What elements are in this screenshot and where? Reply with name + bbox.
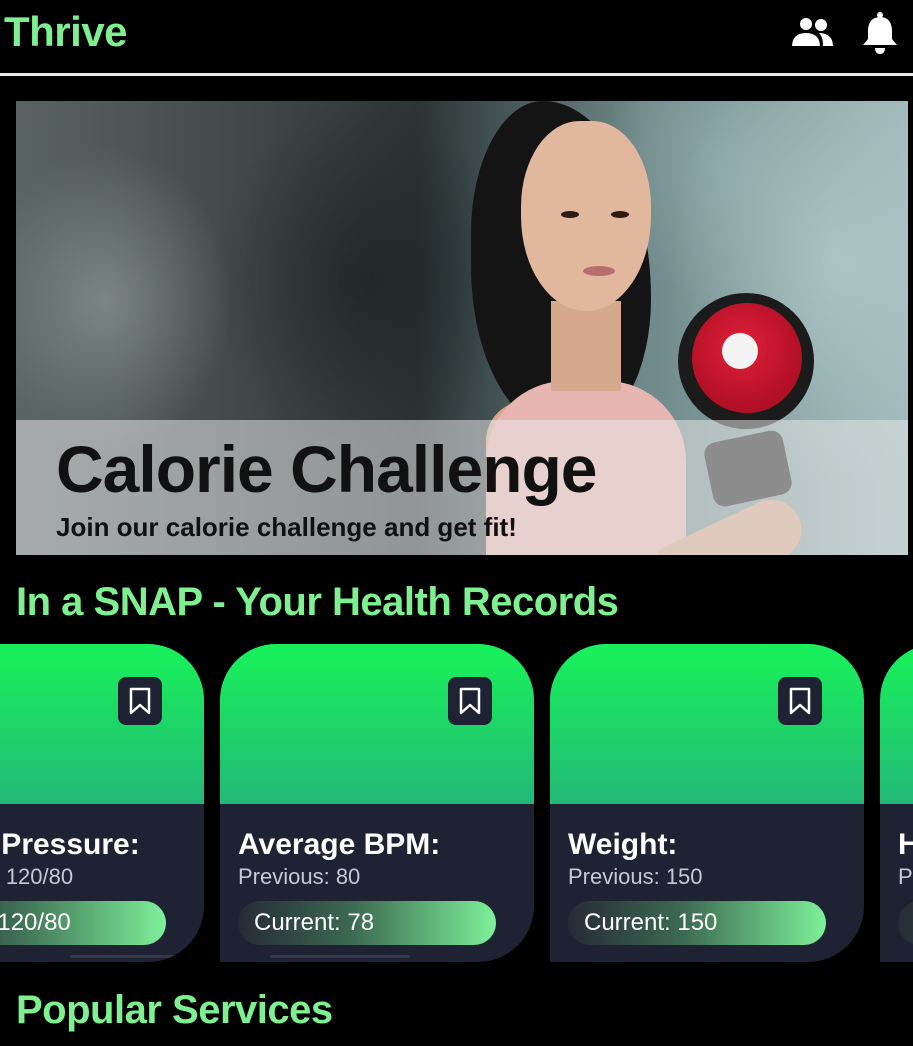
card-previous-value: Previous: 120/80: [0, 864, 74, 889]
bookmark-icon[interactable]: [778, 677, 822, 725]
health-record-card[interactable]: Average BPM: Previous: 80 Current: 78: [220, 644, 534, 962]
card-label: Blood Pressure:: [0, 828, 140, 861]
banner-photo-neck: [551, 301, 621, 391]
card-current-value: Current: 78: [238, 901, 496, 945]
app-title: Thrive: [4, 8, 128, 55]
health-records-title: In a SNAP - Your Health Records: [16, 580, 619, 624]
card-label: H: [898, 828, 913, 861]
health-record-card[interactable]: Weight: Previous: 150 Current: 150: [550, 644, 864, 962]
banner-title: Calorie Challenge: [56, 432, 597, 506]
banner-subtitle: Join our calorie challenge and get fit!: [56, 512, 517, 542]
card-underline: [270, 955, 410, 958]
card-gradient-header: [880, 644, 913, 804]
banner-photo-face: [521, 121, 651, 311]
calorie-challenge-banner[interactable]: Calorie Challenge Join our calorie chall…: [16, 101, 908, 555]
card-previous-value: Previous: 80: [238, 864, 361, 889]
health-records-carousel[interactable]: Blood Pressure: Previous: 120/80 Current…: [0, 644, 913, 966]
card-current-value: Current: 150: [568, 901, 826, 945]
bookmark-icon[interactable]: [448, 677, 492, 725]
dumbbell-image: [678, 293, 814, 429]
card-current-value: [898, 901, 913, 945]
header-divider: [0, 73, 913, 76]
popular-services-title: Popular Services: [16, 988, 333, 1032]
card-label: Weight:: [568, 828, 678, 861]
app-header: Thrive: [0, 0, 913, 74]
card-previous-value: Previous: 150: [568, 864, 703, 889]
card-label: Average BPM:: [238, 828, 441, 861]
card-current-value: Current: 120/80: [0, 901, 166, 945]
card-underline: [70, 955, 204, 958]
people-icon[interactable]: [789, 10, 835, 56]
bookmark-icon[interactable]: [118, 677, 162, 725]
card-gradient-header: [0, 644, 204, 804]
health-record-card[interactable]: Blood Pressure: Previous: 120/80 Current…: [0, 644, 204, 962]
bell-icon[interactable]: [857, 10, 903, 56]
header-actions: [789, 10, 903, 56]
health-record-card[interactable]: H P: [880, 644, 913, 962]
card-previous-value: P: [898, 864, 913, 889]
banner-caption: Calorie Challenge Join our calorie chall…: [16, 420, 908, 555]
